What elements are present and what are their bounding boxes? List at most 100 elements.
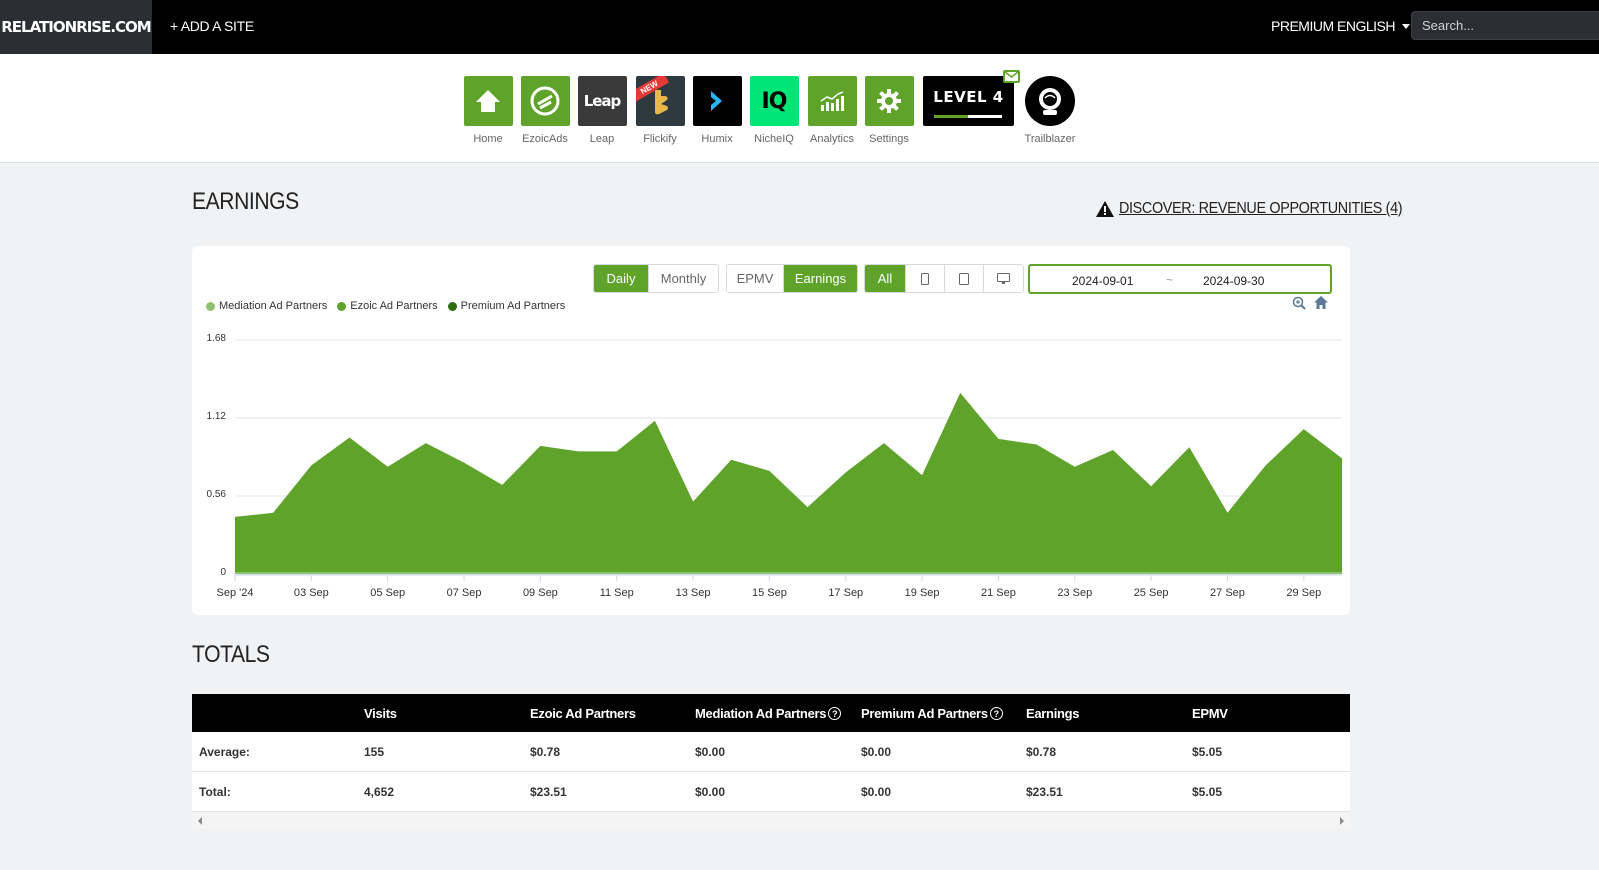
device-desktop-button[interactable] (984, 265, 1023, 292)
premium-link[interactable]: PREMIUM (1271, 18, 1334, 34)
x-tick-label: 11 Sep (600, 587, 634, 599)
legend-dot (206, 301, 215, 311)
table-row-total: Total: 4,652 $23.51 $0.00 $0.00 $23.51 $… (192, 772, 1350, 812)
app-analytics[interactable]: Analytics (802, 76, 862, 145)
mail-icon[interactable] (1003, 70, 1020, 83)
help-icon[interactable]: ? (828, 707, 842, 720)
ezoic-ads-icon (520, 76, 570, 126)
home-icon (463, 76, 513, 126)
level-progress-bar (934, 115, 1002, 118)
gear-icon (864, 76, 914, 126)
cell-mediation: $0.00 (695, 745, 726, 759)
help-icon[interactable]: ? (989, 707, 1003, 720)
epmv-button[interactable]: EPMV (727, 265, 784, 292)
col-ezoic: Ezoic Ad Partners (530, 706, 636, 721)
cell-ezoic: $23.51 (530, 785, 567, 799)
legend-item-premium[interactable]: Premium Ad Partners (447, 300, 566, 312)
level-label: LEVEL 4 (933, 88, 1004, 106)
legend-item-ezoic[interactable]: Ezoic Ad Partners (337, 300, 438, 312)
app-trailblazer[interactable]: Trailblazer (1020, 76, 1080, 145)
col-earnings: Earnings (1026, 706, 1080, 721)
cell-epmv: $5.05 (1192, 785, 1223, 799)
phone-icon (921, 272, 929, 285)
app-home[interactable]: Home (458, 76, 518, 145)
app-label: Analytics (809, 133, 855, 145)
analytics-icon (807, 76, 857, 126)
date-separator: ~ (1166, 273, 1174, 287)
earnings-area-chart[interactable]: 0 0.56 1.12 1.68 Sep '24 03 Sep 05 Sep 07 Sep 09… (192, 320, 1350, 610)
app-label: Settings (869, 133, 909, 145)
x-tick-label: 17 Sep (828, 587, 863, 599)
legend-dot (337, 301, 347, 311)
level-progress-fill (934, 115, 968, 118)
app-label: NicheIQ (754, 133, 794, 145)
monthly-button[interactable]: Monthly (649, 265, 718, 292)
discover-revenue-link[interactable]: DISCOVER: REVENUE OPPORTUNITIES (4) (1119, 200, 1403, 218)
app-settings[interactable]: Settings (859, 76, 919, 145)
x-tick-label: 05 Sep (370, 587, 405, 599)
app-leap[interactable]: Leap Leap (572, 76, 632, 145)
app-label: Trailblazer (1024, 133, 1076, 145)
row-label: Average: (199, 745, 250, 759)
legend-label: Mediation Ad Partners (219, 300, 328, 312)
app-nicheiq[interactable]: IQ NicheIQ (744, 76, 804, 145)
nicheiq-tile-text: IQ (761, 88, 788, 114)
col-mediation: Mediation Ad Partners? (695, 706, 842, 721)
zoom-icon[interactable] (1292, 296, 1306, 310)
app-flickify[interactable]: NEW Flickify (630, 76, 690, 145)
x-tick-label: 29 Sep (1286, 587, 1321, 599)
col-label: Visits (364, 706, 397, 721)
date-end: 2024-09-30 (1203, 274, 1265, 288)
nicheiq-icon: IQ (749, 76, 799, 126)
device-tablet-button[interactable] (945, 265, 984, 292)
x-tick-label: Sep '24 (217, 587, 254, 599)
scroll-right-icon[interactable] (1340, 817, 1344, 825)
reset-zoom-home-icon[interactable] (1314, 296, 1328, 309)
app-label: Humix (701, 133, 733, 145)
legend-item-mediation[interactable]: Mediation Ad Partners (206, 300, 327, 312)
leap-tile-text: Leap (583, 92, 622, 110)
level-badge[interactable]: LEVEL 4 (923, 76, 1014, 126)
row-label: Total: (199, 785, 231, 799)
leap-icon: Leap (577, 76, 627, 126)
totals-title: TOTALS (192, 641, 270, 668)
device-all-button[interactable]: All (865, 265, 906, 292)
desktop-icon (997, 272, 1010, 284)
legend-label: Ezoic Ad Partners (350, 300, 438, 312)
device-phone-button[interactable] (906, 265, 945, 292)
site-brand[interactable]: RELATIONRISE.COM (0, 0, 152, 54)
app-label: Leap (589, 133, 615, 145)
level-tile: LEVEL 4 (923, 76, 1014, 126)
search-input[interactable] (1411, 11, 1599, 40)
app-humix[interactable]: Humix (687, 76, 747, 145)
cell-earnings: $0.78 (1026, 745, 1057, 759)
device-toggle: All (864, 264, 1024, 293)
x-tick-label: 15 Sep (752, 587, 787, 599)
legend-label: Premium Ad Partners (460, 300, 566, 312)
y-tick-label: 0 (220, 567, 226, 578)
x-tick-label: 19 Sep (905, 587, 940, 599)
cell-mediation: $0.00 (695, 785, 726, 799)
cell-earnings: $23.51 (1026, 785, 1063, 799)
add-site-link[interactable]: + ADD A SITE (170, 18, 254, 34)
scroll-left-icon[interactable] (198, 817, 202, 825)
app-ezoicads[interactable]: EzoicAds (515, 76, 575, 145)
col-label: Mediation Ad Partners (695, 706, 827, 721)
earnings-button[interactable]: Earnings (784, 265, 857, 292)
date-range-picker[interactable]: 2024-09-01 ~ 2024-09-30 (1028, 264, 1332, 294)
col-epmv: EPMV (1192, 706, 1228, 721)
totals-table: Visits Ezoic Ad Partners Mediation Ad Pa… (192, 694, 1350, 829)
x-tick-label: 21 Sep (981, 587, 1016, 599)
legend-dot (447, 301, 457, 311)
horizontal-scrollbar[interactable] (192, 812, 1350, 829)
daily-button[interactable]: Daily (594, 265, 649, 292)
y-tick-label: 1.12 (207, 411, 227, 422)
x-tick-label: 23 Sep (1057, 587, 1092, 599)
cell-premium: $0.00 (861, 745, 892, 759)
cell-premium: $0.00 (861, 785, 892, 799)
y-tick-label: 0.56 (207, 489, 227, 500)
language-dropdown[interactable]: ENGLISH (1337, 18, 1410, 34)
language-label: ENGLISH (1337, 18, 1395, 34)
totals-table-header: Visits Ezoic Ad Partners Mediation Ad Pa… (192, 694, 1350, 732)
x-tick-label: 13 Sep (676, 587, 711, 599)
